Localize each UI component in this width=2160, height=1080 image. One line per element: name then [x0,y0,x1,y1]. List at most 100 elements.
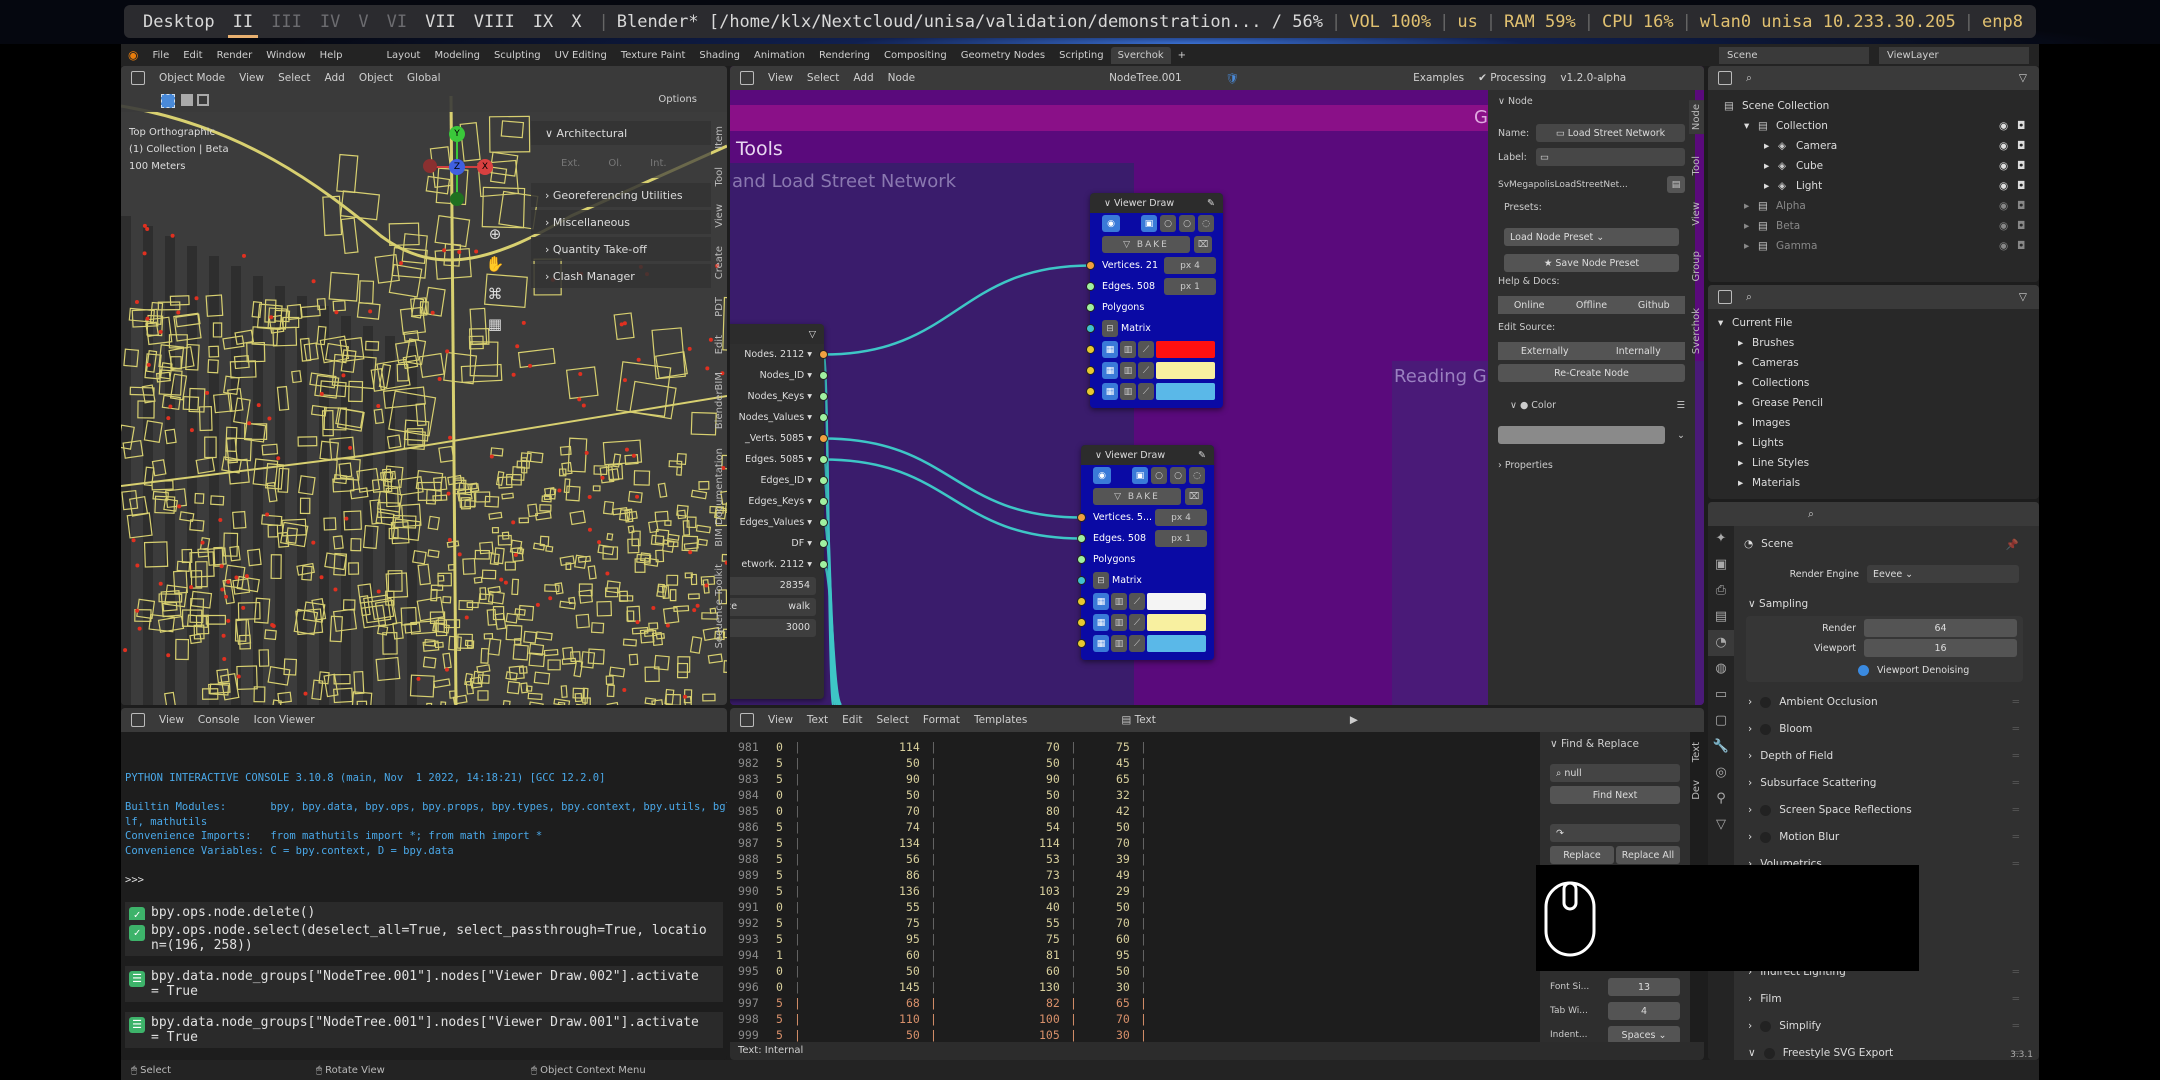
render-icon[interactable]: ◘ [2017,160,2039,172]
replace-input[interactable]: ↷ [1550,824,1680,842]
point-size-field[interactable]: px 1 [1155,530,1207,547]
pan-hand-icon[interactable]: ✋ [484,249,506,279]
eye-icon[interactable]: ◉ [1102,215,1120,232]
disclosure-triangle[interactable]: ▸ [1738,477,1752,489]
workspace-tab[interactable]: Texture Paint [614,50,693,61]
workspace-tab[interactable]: Animation [747,50,812,61]
workspace-ii[interactable]: II [224,12,262,38]
render-icon[interactable]: ◘ [2017,120,2039,132]
outliner-row-beta[interactable]: ▸ ▤ Beta ◉ ◘ [1708,216,2039,236]
node-tab-view[interactable]: View [1689,198,1704,230]
disclosure-triangle[interactable]: ▸ [1738,357,1752,369]
node-link[interactable] [823,264,1091,356]
workspace-iv[interactable]: IV [311,12,349,32]
output-socket[interactable] [819,560,828,569]
display-mode-icon[interactable] [1718,71,1732,85]
input-socket[interactable] [1077,597,1086,606]
replace-button[interactable]: Replace [1550,846,1614,864]
workspace-x[interactable]: X [562,12,590,32]
viewport-menu-object-mode[interactable]: Object Mode [159,72,225,84]
panel-screen-space-reflections[interactable]: › Screen Space Reflections ═ [1748,798,2019,822]
replace-all-button[interactable]: Replace All [1616,846,1680,864]
output-tab-icon[interactable]: ⎙ [1708,578,1734,604]
properties-section-header[interactable]: › Properties [1498,460,1553,471]
run-script-icon[interactable]: ▶ [1350,714,1358,726]
editor-type-icon[interactable] [740,713,754,727]
render-tab-icon[interactable]: ▣ [1708,552,1734,578]
console-menu-icon-viewer[interactable]: Icon Viewer [254,714,315,726]
editor-type-icon[interactable] [740,71,754,85]
output-socket[interactable] [819,413,828,422]
panel-simplify[interactable]: › Simplify ═ [1748,1014,2019,1038]
pencil-icon[interactable]: ✎ [1198,450,1206,461]
data-tab-icon[interactable]: ▽ [1708,812,1734,838]
output-socket[interactable] [819,434,828,443]
color-swatch[interactable] [1147,614,1206,631]
node-link[interactable] [823,458,1082,540]
filter-icon[interactable]: ▽ [2019,291,2027,303]
drag-handle-icon[interactable]: ═ [2013,966,2019,978]
disclosure-triangle[interactable]: ▸ [1738,337,1752,349]
menu-file[interactable]: File [145,50,176,61]
node-tab-group[interactable]: Group [1689,247,1704,285]
panel-ambient-occlusion[interactable]: › Ambient Occlusion ═ [1748,690,2019,714]
sidebar-tab-bim-documentation[interactable]: BIM Documentation [714,448,725,547]
panel-toggle[interactable] [1760,696,1772,708]
text-menu-select[interactable]: Select [877,714,909,726]
display-option-icon[interactable]: ▥ [1111,593,1127,610]
panel-motion-blur[interactable]: › Motion Blur ═ [1748,825,2019,849]
find-input[interactable]: ⌕ null [1550,764,1680,782]
eye-icon[interactable]: ◉ [1093,467,1111,484]
render-icon[interactable]: ◘ [2017,200,2039,212]
text-menu-text[interactable]: Text [807,714,828,726]
color-swatch[interactable] [1156,341,1215,358]
shading-toggle-icon[interactable]: ○ [1160,215,1176,232]
3d-viewport[interactable]: Object Mode View Select Add Object Global Opt… [121,66,727,705]
name-field[interactable]: ▭ Load Street Network [1536,124,1685,142]
disclosure-triangle[interactable]: ▸ [1764,140,1778,152]
workspace-tab[interactable]: Modeling [427,50,487,61]
display-mode-icon[interactable]: ▦ [1102,341,1118,358]
viewport-menu-object[interactable]: Object [359,72,393,84]
visibility-icon[interactable]: ◉ [1999,120,2017,132]
label-field[interactable]: ▭ [1536,148,1685,166]
property-field[interactable]: 28354 [730,576,816,595]
gizmo-x[interactable]: X [477,159,493,175]
python-console[interactable]: View Console Icon Viewer ✓ bpy.ops.node.del… [121,708,727,1060]
properties-editor[interactable]: ⌕ ✦ ▣ ⎙ ▤ ◔ ◍ ▭ ▢ 🔧 ◎ ⚲ ▽ ◔ Scene 📌 Render Engine Eevee… [1708,502,2039,1060]
viewport-menu-add[interactable]: Add [324,72,344,84]
outliner-row-gamma[interactable]: ▸ ▤ Gamma ◉ ◘ [1708,236,2039,256]
drag-handle-icon[interactable]: ═ [2013,696,2019,708]
bake-button[interactable]: ▽ BAKE [1093,488,1181,505]
cube-icon[interactable]: ▣ [1132,467,1148,484]
disclosure-triangle[interactable]: ▸ [1738,417,1752,429]
help-github-button[interactable]: Github [1622,296,1685,314]
cube-icon[interactable]: ▣ [1141,215,1157,232]
text-tab-dev[interactable]: Dev [1691,780,1702,800]
constraints-tab-icon[interactable]: ⚲ [1708,786,1734,812]
find-replace-header[interactable]: ∨ Find & Replace [1550,738,1639,750]
panel-toggle[interactable] [1760,723,1772,735]
navigation-gizmo[interactable]: Y Z X [421,126,501,216]
npanel-architectural[interactable]: ∨ Architectural [531,121,711,145]
workspace-tab[interactable]: Scripting [1052,50,1110,61]
panel-toggle[interactable] [1760,1020,1772,1032]
viewport-menu-select[interactable]: Select [278,72,310,84]
view-layer-selector[interactable]: ViewLayer [1879,46,2029,64]
output-socket[interactable] [819,350,828,359]
tab-width-field[interactable]: 4 [1608,1002,1680,1020]
outliner-row-grease-pencil[interactable]: ▸ Grease Pencil [1708,393,2039,413]
display-option-icon[interactable]: ⟋ [1138,341,1154,358]
drag-handle-icon[interactable]: ═ [2013,750,2019,762]
sidebar-tab-view[interactable]: View [714,204,725,228]
menu-render[interactable]: Render [210,50,260,61]
sidebar-tab-sequence-toolkit[interactable]: Sequence Toolkit [714,564,725,648]
editor-type-icon[interactable] [131,713,145,727]
visibility-icon[interactable]: ◉ [1999,240,2017,252]
color-dropdown-icon[interactable]: ⌄ [1677,430,1685,441]
list-icon[interactable]: ☰ [1676,400,1685,411]
panel-depth-of-field[interactable]: › Depth of Field ═ [1748,744,2019,768]
console-menu-view[interactable]: View [159,714,184,726]
viewport-samples-field[interactable]: 16 [1864,639,2017,657]
input-socket[interactable] [1077,555,1086,564]
